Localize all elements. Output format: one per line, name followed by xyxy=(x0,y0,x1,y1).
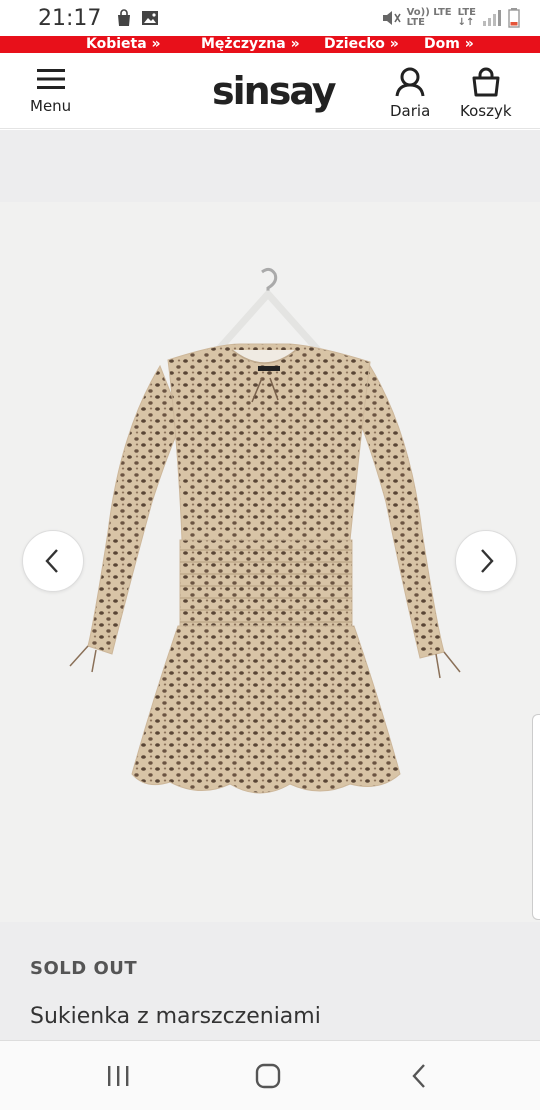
category-link-mezczyzna[interactable]: Mężczyzna » xyxy=(201,36,300,53)
user-icon xyxy=(395,67,425,97)
sold-out-badge: SOLD OUT xyxy=(30,958,138,979)
back-icon xyxy=(412,1064,425,1088)
mute-icon xyxy=(382,11,401,25)
bag-icon xyxy=(472,67,500,97)
category-link-kobieta[interactable]: Kobieta » xyxy=(86,36,161,53)
chevron-right-icon xyxy=(481,549,494,573)
account-label: Daria xyxy=(390,102,431,120)
hamburger-icon xyxy=(36,69,65,89)
system-navigation-bar xyxy=(0,1040,540,1110)
cart-button[interactable]: Koszyk xyxy=(460,67,512,120)
sinsay-logo[interactable]: sinsay xyxy=(212,69,337,113)
product-name: Sukienka z marszczeniami xyxy=(30,1004,321,1029)
network-label-bottom: LTE xyxy=(406,17,425,28)
scroll-handle[interactable] xyxy=(532,714,540,920)
product-gallery xyxy=(0,130,540,922)
product-info: SOLD OUT Sukienka z marszczeniami xyxy=(0,922,540,1040)
home-icon xyxy=(255,1063,281,1089)
category-bar: Kobieta » Mężczyzna » Dziecko » Dom » xyxy=(0,36,540,53)
home-button[interactable] xyxy=(248,1059,288,1093)
menu-label: Menu xyxy=(30,97,72,115)
battery-icon xyxy=(508,8,520,28)
cart-label: Koszyk xyxy=(460,102,512,120)
shopping-bag-notification-icon xyxy=(118,9,131,26)
prev-image-button[interactable] xyxy=(22,530,84,592)
next-image-button[interactable] xyxy=(455,530,517,592)
image-notification-icon xyxy=(142,11,159,25)
status-bar: 21:17 Vo)) LTE LTE LTE ↓↑ xyxy=(0,0,540,36)
signal-icon xyxy=(483,10,501,26)
account-button[interactable]: Daria xyxy=(390,67,430,120)
category-link-dziecko[interactable]: Dziecko » xyxy=(324,36,399,53)
chevron-left-icon xyxy=(45,549,58,573)
status-time: 21:17 xyxy=(38,5,102,31)
recent-apps-icon xyxy=(108,1066,129,1086)
menu-button[interactable]: Menu xyxy=(30,67,71,115)
site-header: Menu sinsay Daria Koszyk xyxy=(0,53,540,129)
recent-apps-button[interactable] xyxy=(98,1059,138,1093)
category-link-dom[interactable]: Dom » xyxy=(424,36,474,53)
back-button[interactable] xyxy=(400,1059,440,1093)
